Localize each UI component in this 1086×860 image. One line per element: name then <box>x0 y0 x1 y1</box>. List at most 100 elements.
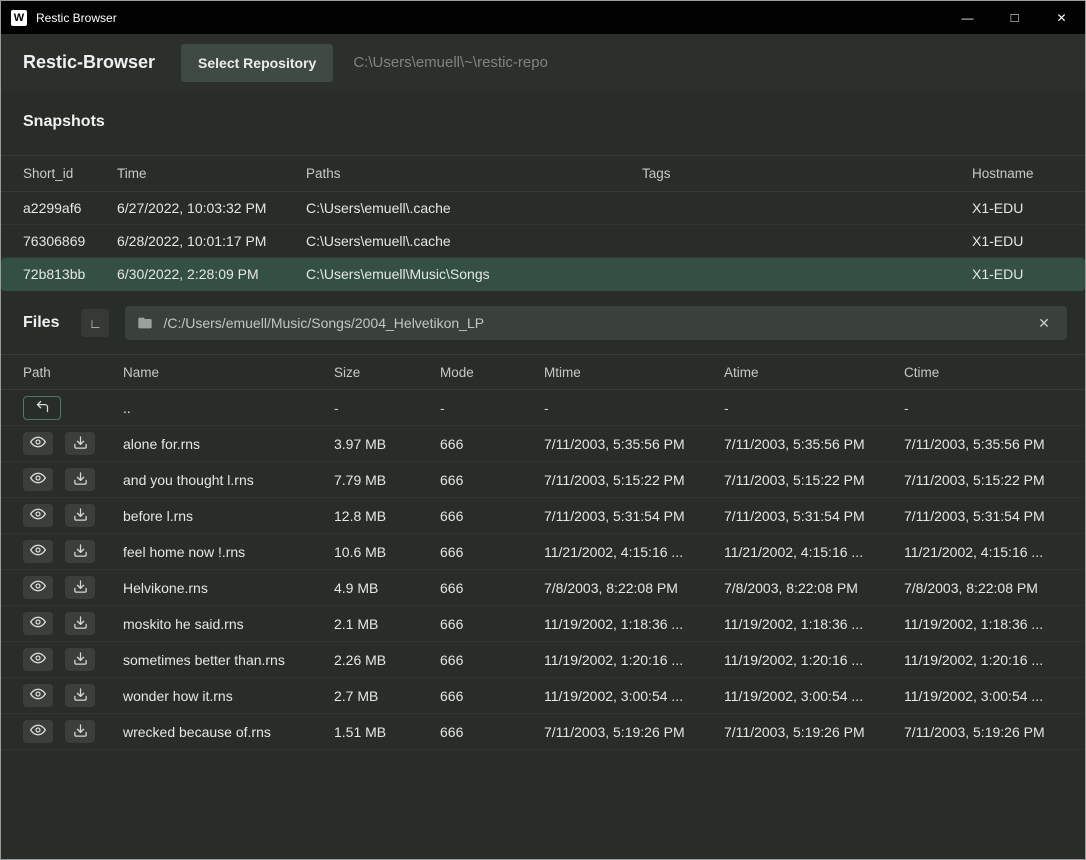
cell-time: 6/28/2022, 10:01:17 PM <box>117 233 306 249</box>
preview-file-button[interactable] <box>23 612 53 635</box>
cell-mtime: 7/8/2003, 8:22:08 PM <box>544 580 724 596</box>
preview-file-button[interactable] <box>23 504 53 527</box>
cell-mtime: 7/11/2003, 5:31:54 PM <box>544 508 724 524</box>
cell-size: 2.26 MB <box>334 652 440 668</box>
col-size: Size <box>334 365 440 380</box>
cell-ctime: 11/19/2002, 1:18:36 ... <box>904 616 1063 632</box>
cell-size: 2.7 MB <box>334 688 440 704</box>
eye-icon <box>30 470 46 489</box>
cell-mode: 666 <box>440 688 544 704</box>
file-row[interactable]: Helvikone.rns 4.9 MB 666 7/8/2003, 8:22:… <box>1 570 1085 606</box>
preview-file-button[interactable] <box>23 720 53 743</box>
download-icon <box>73 651 88 669</box>
preview-file-button[interactable] <box>23 432 53 455</box>
col-ctime: Ctime <box>904 365 1063 380</box>
cell-atime: 11/21/2002, 4:15:16 ... <box>724 544 904 560</box>
go-up-button[interactable] <box>23 396 61 420</box>
preview-file-button[interactable] <box>23 540 53 563</box>
snapshots-table: Short_id Time Paths Tags Hostname a2299a… <box>1 155 1085 291</box>
cell-atime: 7/11/2003, 5:31:54 PM <box>724 508 904 524</box>
cell-size: 12.8 MB <box>334 508 440 524</box>
cell-atime: 11/19/2002, 1:20:16 ... <box>724 652 904 668</box>
cell-mtime: 11/19/2002, 1:18:36 ... <box>544 616 724 632</box>
file-row[interactable]: alone for.rns 3.97 MB 666 7/11/2003, 5:3… <box>1 426 1085 462</box>
clear-path-icon[interactable]: ✕ <box>1033 312 1055 334</box>
files-path-input[interactable]: /C:/Users/emuell/Music/Songs/2004_Helvet… <box>125 306 1067 340</box>
cell-hostname: X1-EDU <box>972 200 1063 216</box>
col-name: Name <box>123 365 334 380</box>
download-file-button[interactable] <box>65 684 95 707</box>
eye-icon <box>30 614 46 633</box>
file-row[interactable]: wrecked because of.rns 1.51 MB 666 7/11/… <box>1 714 1085 750</box>
maximize-button[interactable]: □ <box>991 1 1038 34</box>
cell-name: .. <box>123 400 334 416</box>
cell-mtime: 7/11/2003, 5:15:22 PM <box>544 472 724 488</box>
cell-atime: 7/8/2003, 8:22:08 PM <box>724 580 904 596</box>
cell-size: 3.97 MB <box>334 436 440 452</box>
preview-file-button[interactable] <box>23 576 53 599</box>
cell-atime: 11/19/2002, 3:00:54 ... <box>724 688 904 704</box>
cell-mtime: 11/21/2002, 4:15:16 ... <box>544 544 724 560</box>
download-file-button[interactable] <box>65 720 95 743</box>
download-file-button[interactable] <box>65 468 95 491</box>
col-tags: Tags <box>642 166 972 181</box>
cell-name: wonder how it.rns <box>123 688 334 704</box>
file-row[interactable]: and you thought l.rns 7.79 MB 666 7/11/2… <box>1 462 1085 498</box>
download-file-button[interactable] <box>65 648 95 671</box>
cell-atime: - <box>724 400 904 416</box>
cell-size: 1.51 MB <box>334 724 440 740</box>
cell-mode: 666 <box>440 652 544 668</box>
download-file-button[interactable] <box>65 504 95 527</box>
eye-icon <box>30 578 46 597</box>
cell-mtime: 7/11/2003, 5:19:26 PM <box>544 724 724 740</box>
eye-icon <box>30 434 46 453</box>
download-file-button[interactable] <box>65 432 95 455</box>
preview-file-button[interactable] <box>23 684 53 707</box>
close-button[interactable]: ✕ <box>1038 1 1085 34</box>
preview-file-button[interactable] <box>23 468 53 491</box>
files-table-body: alone for.rns 3.97 MB 666 7/11/2003, 5:3… <box>1 426 1085 750</box>
select-repository-button[interactable]: Select Repository <box>181 44 333 82</box>
file-row[interactable]: wonder how it.rns 2.7 MB 666 11/19/2002,… <box>1 678 1085 714</box>
cell-atime: 7/11/2003, 5:19:26 PM <box>724 724 904 740</box>
file-row[interactable]: moskito he said.rns 2.1 MB 666 11/19/200… <box>1 606 1085 642</box>
cell-mode: 666 <box>440 580 544 596</box>
file-row[interactable]: sometimes better than.rns 2.26 MB 666 11… <box>1 642 1085 678</box>
cell-mtime: - <box>544 400 724 416</box>
cell-ctime: 7/11/2003, 5:15:22 PM <box>904 472 1063 488</box>
cell-ctime: 7/8/2003, 8:22:08 PM <box>904 580 1063 596</box>
preview-file-button[interactable] <box>23 648 53 671</box>
cell-mtime: 7/11/2003, 5:35:56 PM <box>544 436 724 452</box>
file-row[interactable]: feel home now !.rns 10.6 MB 666 11/21/20… <box>1 534 1085 570</box>
cell-ctime: - <box>904 400 1063 416</box>
cell-name: before l.rns <box>123 508 334 524</box>
snapshots-table-header: Short_id Time Paths Tags Hostname <box>1 155 1085 192</box>
download-icon <box>73 507 88 525</box>
files-path-value: /C:/Users/emuell/Music/Songs/2004_Helvet… <box>163 315 1033 331</box>
cell-name: feel home now !.rns <box>123 544 334 560</box>
cell-name: sometimes better than.rns <box>123 652 334 668</box>
download-file-button[interactable] <box>65 540 95 563</box>
cell-ctime: 7/11/2003, 5:31:54 PM <box>904 508 1063 524</box>
cell-size: - <box>334 400 440 416</box>
cell-short-id: a2299af6 <box>23 200 117 216</box>
titlebar[interactable]: W Restic Browser — □ ✕ <box>1 1 1085 34</box>
parent-dir-row[interactable]: .. - - - - - <box>1 390 1085 426</box>
snapshot-row[interactable]: a2299af6 6/27/2022, 10:03:32 PM C:\Users… <box>1 192 1085 225</box>
eye-icon <box>30 506 46 525</box>
col-mode: Mode <box>440 365 544 380</box>
file-row[interactable]: before l.rns 12.8 MB 666 7/11/2003, 5:31… <box>1 498 1085 534</box>
col-short-id: Short_id <box>23 166 117 181</box>
download-file-button[interactable] <box>65 612 95 635</box>
cell-time: 6/30/2022, 2:28:09 PM <box>117 266 306 282</box>
files-table: Path Name Size Mode Mtime Atime Ctime ..… <box>1 354 1085 750</box>
minimize-button[interactable]: — <box>944 1 991 34</box>
snapshot-row[interactable]: 72b813bb 6/30/2022, 2:28:09 PM C:\Users\… <box>1 258 1085 291</box>
download-file-button[interactable] <box>65 576 95 599</box>
cell-paths: C:\Users\emuell\.cache <box>306 200 642 216</box>
files-nav-button[interactable]: ∟ <box>81 309 109 337</box>
cell-mode: 666 <box>440 616 544 632</box>
snapshots-table-body: a2299af6 6/27/2022, 10:03:32 PM C:\Users… <box>1 192 1085 291</box>
snapshot-row[interactable]: 76306869 6/28/2022, 10:01:17 PM C:\Users… <box>1 225 1085 258</box>
cell-mtime: 11/19/2002, 1:20:16 ... <box>544 652 724 668</box>
